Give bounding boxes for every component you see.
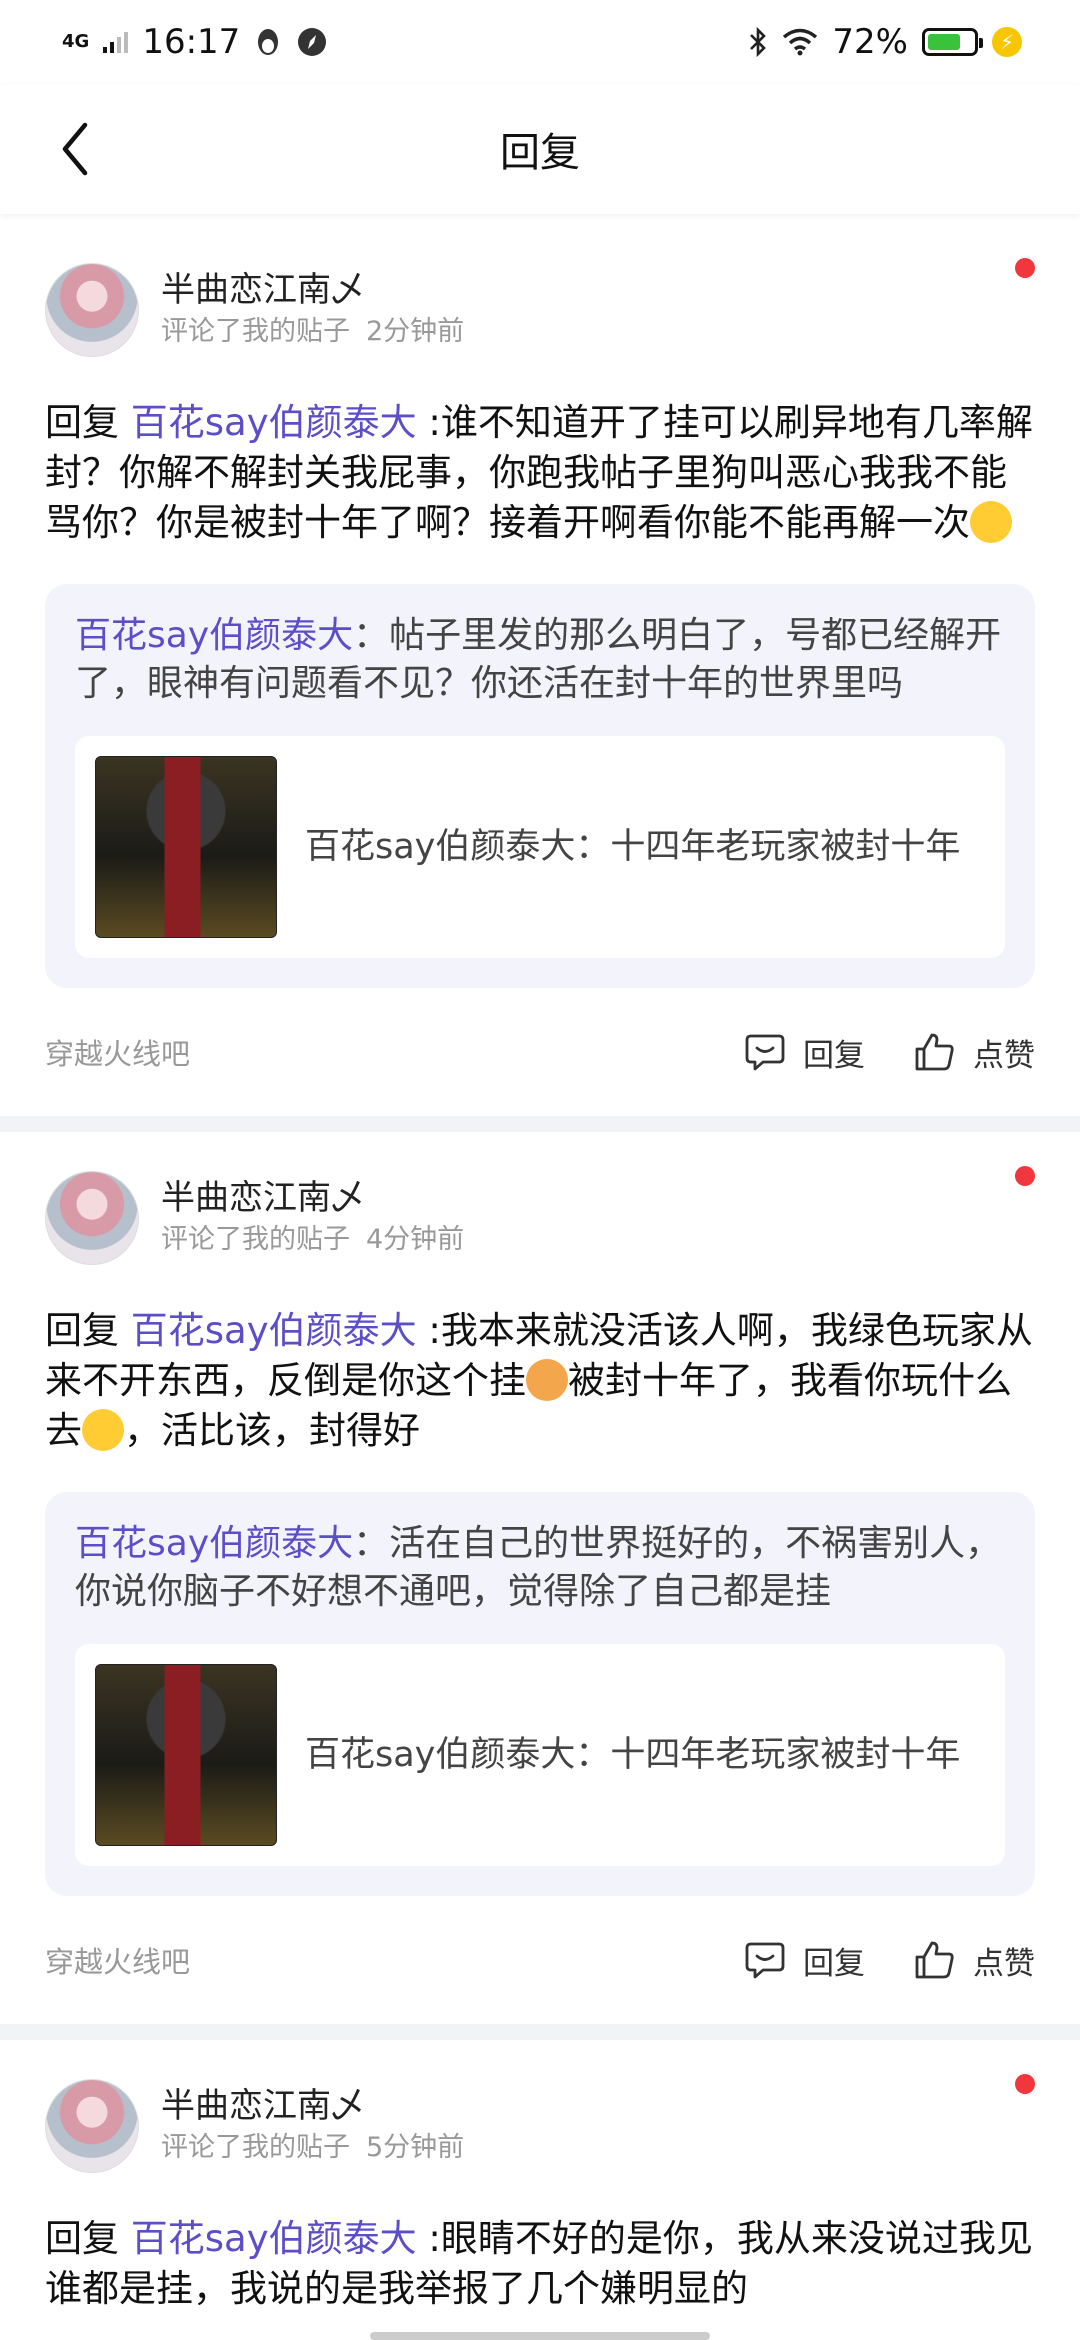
reply-body[interactable]: 回复 百花say伯颜泰大 :眼睛不好的是你，我从来没说过我见谁都是挂，我说的是我… [45,2214,1035,2314]
username[interactable]: 半曲恋江南乄 [161,1176,464,1220]
compass-icon [298,28,327,56]
notification-feed[interactable]: 半曲恋江南乄 评论了我的贴子 2分钟前 回复 百花say伯颜泰大 :谁不知道开了挂… [0,224,1080,2314]
mention-link[interactable]: 百花say伯颜泰大 [131,401,417,444]
reply-label: 回复 [803,1037,865,1074]
timestamp: 2分钟前 [366,316,465,347]
qq-penguin-icon [258,29,279,55]
quote-text-block: 百花say伯颜泰大：活在自己的世界挺好的，不祸害别人，你说你脑子不好想不通吧，觉… [75,1520,1005,1616]
charging-icon: ⚡ [992,27,1022,57]
avatar[interactable] [45,1171,139,1265]
mention-link[interactable]: 百花say伯颜泰大 [131,2217,417,2260]
quote-text-block: 百花say伯颜泰大：帖子里发的那么明白了，号都已经解开了，眼神有问题看不见？你还… [75,612,1005,708]
card-separator [0,1116,1080,1132]
forum-name[interactable]: 穿越火线吧 [45,1031,190,1073]
cell-signal-icon [103,31,129,53]
reply-notification-card[interactable]: 半曲恋江南乄 评论了我的贴子 5分钟前 回复 百花say伯颜泰大 :眼睛不好的是你… [0,2040,1080,2314]
app-header: 回复 [0,84,1080,214]
comment-icon [745,1942,785,1979]
reply-button[interactable]: 回复 [743,1938,865,1983]
action-text: 评论了我的贴子 [161,1224,350,1255]
dog-face-emoji-icon [526,1359,568,1401]
username[interactable]: 半曲恋江南乄 [161,268,464,312]
reply-prefix: 回复 [45,401,119,444]
chevron-left-icon [62,122,88,176]
clock: 16:17 [142,22,241,62]
quote-author[interactable]: 百花say伯颜泰大 [75,1523,353,1564]
reply-body[interactable]: 回复 百花say伯颜泰大 :谁不知道开了挂可以刷异地有几率解封？你解不解封关我屁… [45,398,1035,548]
card-separator [0,2024,1080,2040]
thread-title: 百花say伯颜泰大：十四年老玩家被封十年 [305,1735,961,1775]
thread-link-card[interactable]: 百花say伯颜泰大：十四年老玩家被封十年 [75,1644,1005,1866]
reply-label: 回复 [803,1945,865,1982]
battery-percent: 72% [832,22,908,62]
timestamp: 4分钟前 [366,1224,465,1255]
wifi-icon [783,28,818,56]
page-title: 回复 [500,130,580,176]
like-label: 点赞 [973,1945,1035,1982]
avatar[interactable] [45,263,139,357]
comment-icon [745,1034,785,1071]
reply-notification-card[interactable]: 半曲恋江南乄 评论了我的贴子 4分钟前 回复 百花say伯颜泰大 :我本来就没活该… [0,1132,1080,2024]
reply-body[interactable]: 回复 百花say伯颜泰大 :我本来就没活该人啊，我绿色玩家从来不开东西，反倒是你… [45,1306,1035,1456]
quoted-comment[interactable]: 百花say伯颜泰大：帖子里发的那么明白了，号都已经解开了，眼神有问题看不见？你还… [45,584,1035,988]
thumbs-up-icon [915,1941,954,1979]
like-button[interactable]: 点赞 [913,1030,1035,1075]
quote-author[interactable]: 百花say伯颜泰大 [75,615,353,656]
reply-button[interactable]: 回复 [743,1030,865,1075]
home-indicator[interactable] [370,2332,710,2340]
action-text: 评论了我的贴子 [161,316,350,347]
unread-dot [1015,2074,1035,2094]
reply-notification-card[interactable]: 半曲恋江南乄 评论了我的贴子 2分钟前 回复 百花say伯颜泰大 :谁不知道开了挂… [0,224,1080,1116]
reply-text: ，活比该，封得好 [124,1409,420,1452]
battery-icon [922,28,983,56]
avatar[interactable] [45,2079,139,2173]
reply-prefix: 回复 [45,1309,119,1352]
network-type: 4G [62,31,90,52]
action-text: 评论了我的贴子 [161,2132,350,2163]
thread-link-card[interactable]: 百花say伯颜泰大：十四年老玩家被封十年 [75,736,1005,958]
reply-prefix: 回复 [45,2217,119,2260]
thread-title: 百花say伯颜泰大：十四年老玩家被封十年 [305,827,961,867]
username[interactable]: 半曲恋江南乄 [161,2084,464,2128]
like-label: 点赞 [973,1037,1035,1074]
bluetooth-icon [750,27,767,57]
like-button[interactable]: 点赞 [913,1938,1035,1983]
mention-link[interactable]: 百花say伯颜泰大 [131,1309,417,1352]
thread-thumbnail [95,756,277,938]
quoted-comment[interactable]: 百花say伯颜泰大：活在自己的世界挺好的，不祸害别人，你说你脑子不好想不通吧，觉… [45,1492,1035,1896]
grinning-squint-emoji-icon [970,501,1012,543]
timestamp: 5分钟前 [366,2132,465,2163]
status-bar: 4G 16:17 72% ⚡ [0,0,1080,84]
back-button[interactable] [40,114,110,184]
unread-dot [1015,258,1035,278]
unread-dot [1015,1166,1035,1186]
grinning-squint-emoji-icon [82,1409,124,1451]
thread-thumbnail [95,1664,277,1846]
thumbs-up-icon [915,1033,954,1071]
forum-name[interactable]: 穿越火线吧 [45,1939,190,1981]
